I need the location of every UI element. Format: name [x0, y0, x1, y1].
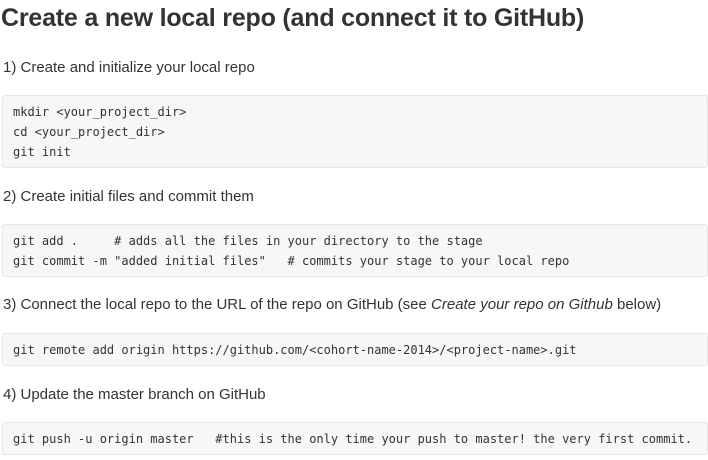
step-4-heading: 4) Update the master branch on GitHub	[3, 386, 266, 403]
code-line: git commit -m "added initial files" # co…	[13, 254, 570, 268]
page-title: Create a new local repo (and connect it …	[1, 4, 585, 32]
code-line: git init	[13, 145, 71, 159]
code-block-push: git push -u origin master #this is the o…	[2, 422, 708, 455]
code-block-init: mkdir <your_project_dir>cd <your_project…	[2, 95, 708, 168]
code-block-remote: git remote add origin https://github.com…	[2, 333, 708, 366]
code-line: git add . # adds all the files in your d…	[13, 234, 483, 248]
step-3-emphasis-link-text: Create your repo on Github	[431, 296, 613, 313]
code-line: cd <your_project_dir>	[13, 125, 165, 139]
step-3-label-start: 3) Connect the local repo to the URL of …	[3, 296, 432, 313]
code-block-commit: git add . # adds all the files in your d…	[2, 224, 708, 277]
code-line: mkdir <your_project_dir>	[13, 105, 187, 119]
step-3-label-end: below)	[612, 296, 662, 313]
step-1-heading: 1) Create and initialize your local repo	[3, 59, 255, 76]
code-line: git remote add origin https://github.com…	[13, 343, 577, 357]
code-line: git push -u origin master #this is the o…	[13, 432, 693, 446]
step-2-heading: 2) Create initial files and commit them	[3, 188, 254, 205]
step-3-heading: 3) Connect the local repo to the URL of …	[3, 296, 661, 314]
